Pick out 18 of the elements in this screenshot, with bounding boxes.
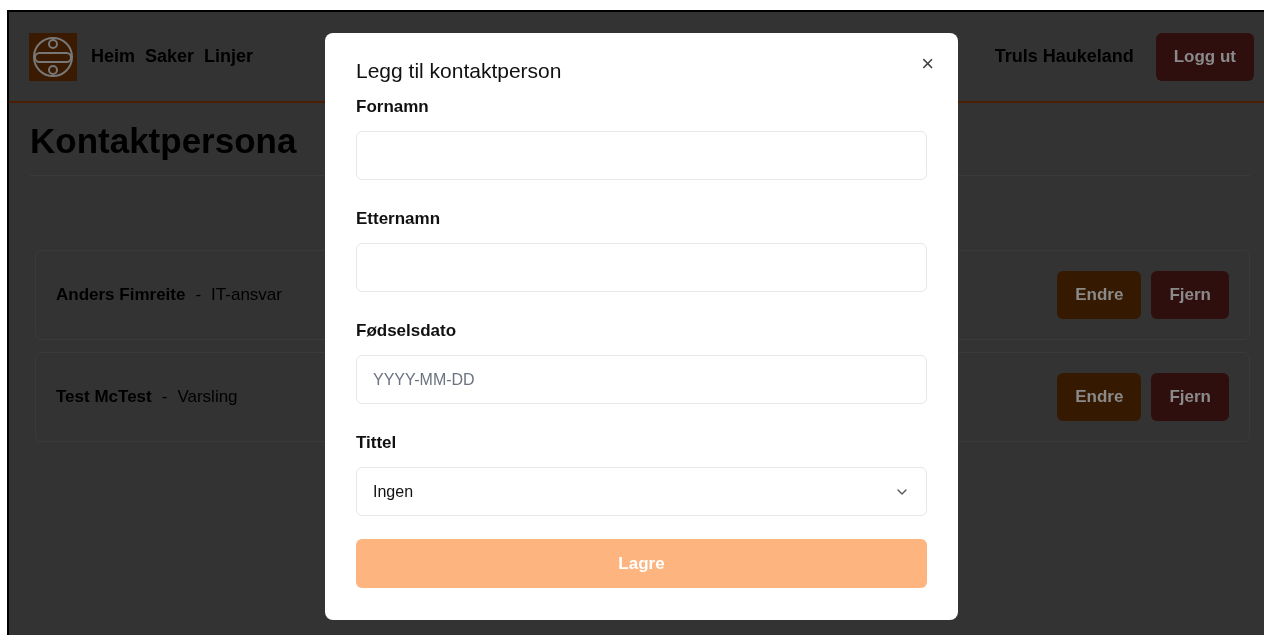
dialog-title: Legg til kontaktperson [356, 59, 563, 83]
separator: - [161, 387, 168, 407]
field-label: Fornamn [356, 97, 430, 117]
logout-button[interactable]: Logg ut [1155, 32, 1254, 81]
field-label: Fødselsdato [356, 321, 458, 341]
input-field[interactable] [356, 243, 927, 292]
remove-button[interactable]: Fjern [1151, 271, 1229, 319]
separator: - [195, 285, 202, 305]
close-button[interactable]: × [917, 51, 938, 77]
edit-button[interactable]: Endre [1057, 271, 1142, 319]
edit-button[interactable]: Endre [1057, 373, 1142, 421]
field-label: Etternamn [356, 209, 442, 229]
select-field[interactable]: Ingen [356, 467, 927, 516]
input-field[interactable] [356, 131, 927, 180]
logo-icon [29, 32, 77, 81]
remove-button[interactable]: Fjern [1151, 373, 1229, 421]
field-label: Tittel [356, 433, 398, 453]
input-field[interactable]: YYYY-MM-DD [356, 355, 927, 404]
